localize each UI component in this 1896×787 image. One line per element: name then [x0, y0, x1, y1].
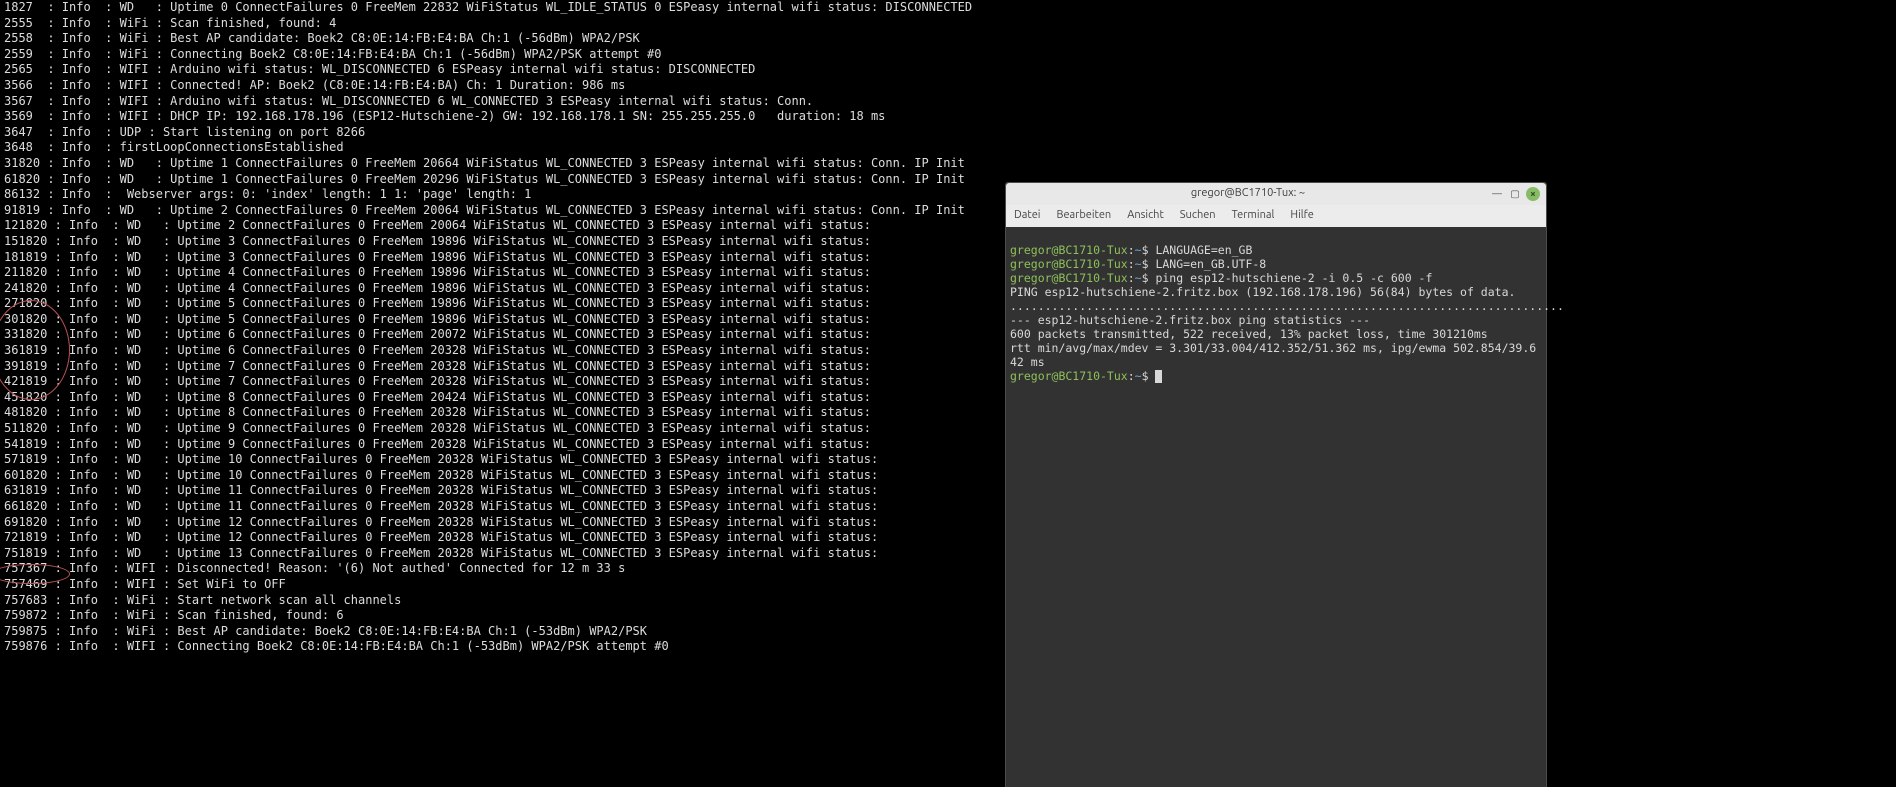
output-line: ........................................… — [1010, 299, 1564, 313]
terminal-cursor — [1155, 370, 1162, 383]
output-line: rtt min/avg/max/mdev = 3.301/33.004/412.… — [1010, 341, 1536, 369]
terminal-window[interactable]: gregor@BC1710-Tux: ~ — ▢ × Datei Bearbei… — [1005, 182, 1547, 787]
output-line: --- esp12-hutschiene-2.fritz.box ping st… — [1010, 313, 1370, 327]
menu-item-ansicht[interactable]: Ansicht — [1119, 208, 1172, 224]
terminal-titlebar[interactable]: gregor@BC1710-Tux: ~ — ▢ × — [1006, 183, 1546, 205]
menu-item-terminal[interactable]: Terminal — [1224, 208, 1283, 224]
close-icon[interactable]: × — [1526, 187, 1540, 201]
serial-log-output[interactable]: 1827 : Info : WD : Uptime 0 ConnectFailu… — [0, 0, 976, 655]
terminal-body[interactable]: gregor@BC1710-Tux:~$ LANGUAGE=en_GB greg… — [1006, 227, 1546, 787]
command-text: LANGUAGE=en_GB — [1155, 243, 1252, 257]
menu-item-datei[interactable]: Datei — [1006, 208, 1048, 224]
prompt-path: ~ — [1135, 243, 1142, 257]
command-text: ping esp12-hutschiene-2 -i 0.5 -c 600 -f — [1155, 271, 1432, 285]
terminal-title: gregor@BC1710-Tux: ~ — [1006, 186, 1490, 202]
menu-item-hilfe[interactable]: Hilfe — [1282, 208, 1321, 224]
output-line: 600 packets transmitted, 522 received, 1… — [1010, 327, 1488, 341]
maximize-icon[interactable]: ▢ — [1508, 187, 1522, 201]
output-line: PING esp12-hutschiene-2.fritz.box (192.1… — [1010, 285, 1515, 299]
menu-item-bearbeiten[interactable]: Bearbeiten — [1048, 208, 1119, 224]
menu-item-suchen[interactable]: Suchen — [1172, 208, 1224, 224]
command-text: LANG=en_GB.UTF-8 — [1155, 257, 1266, 271]
terminal-menubar[interactable]: Datei Bearbeiten Ansicht Suchen Terminal… — [1006, 205, 1546, 228]
prompt-user: gregor@BC1710-Tux — [1010, 243, 1128, 257]
minimize-icon[interactable]: — — [1490, 187, 1504, 201]
